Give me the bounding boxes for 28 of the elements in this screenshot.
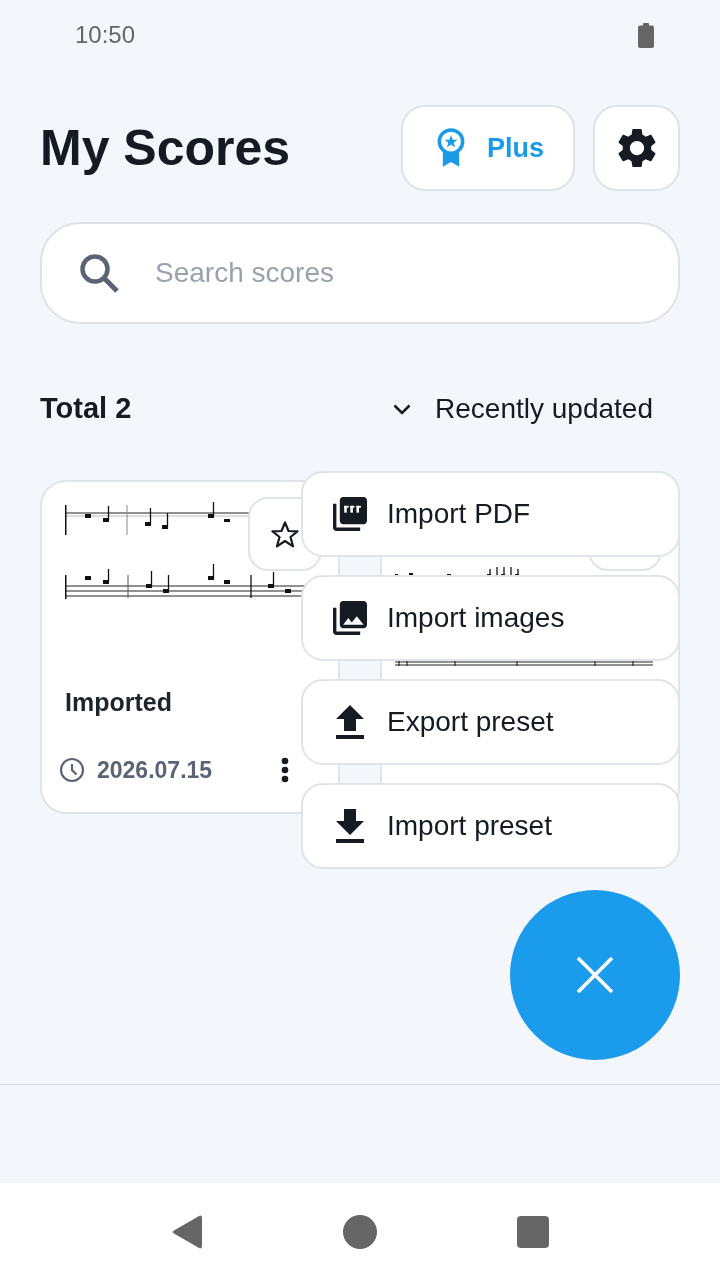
speed-dial-menu[interactable]: Import preset	[301, 783, 680, 869]
chevron-down-icon	[393, 403, 412, 415]
speed-dial-menu[interactable]: Export preset	[301, 679, 680, 765]
speed-dial-menu[interactable]: Import PDF	[301, 471, 680, 557]
back-icon[interactable]	[171, 1213, 203, 1250]
score-title: Imported	[65, 687, 172, 717]
upload-icon	[333, 705, 367, 739]
total-count: Total 2	[40, 391, 132, 427]
home-icon[interactable]	[343, 1214, 377, 1249]
recents-icon[interactable]	[517, 1215, 549, 1248]
search-icon	[78, 252, 120, 294]
search-field[interactable]: Search scores	[40, 222, 680, 324]
speed-dial-menu[interactable]: Import images	[301, 575, 680, 661]
status-time: 10:50	[75, 23, 136, 47]
award-badge-icon	[437, 128, 465, 168]
search-input[interactable]: Search scores	[155, 252, 654, 294]
score-date: 2026.07.15	[97, 755, 213, 785]
settings-icon	[617, 129, 656, 167]
sort-dropdown[interactable]: Recently updated	[393, 388, 653, 430]
battery-icon	[638, 22, 654, 48]
score-card[interactable]: Imported 2026.07.15	[40, 480, 340, 814]
download-icon	[333, 809, 367, 843]
page-title: My Scores	[40, 123, 291, 173]
photo-library-icon	[333, 601, 367, 635]
more-options-icon[interactable]	[281, 757, 289, 783]
document-stack-icon	[333, 497, 367, 531]
settings-button[interactable]	[593, 105, 680, 191]
clock-icon	[59, 757, 85, 783]
